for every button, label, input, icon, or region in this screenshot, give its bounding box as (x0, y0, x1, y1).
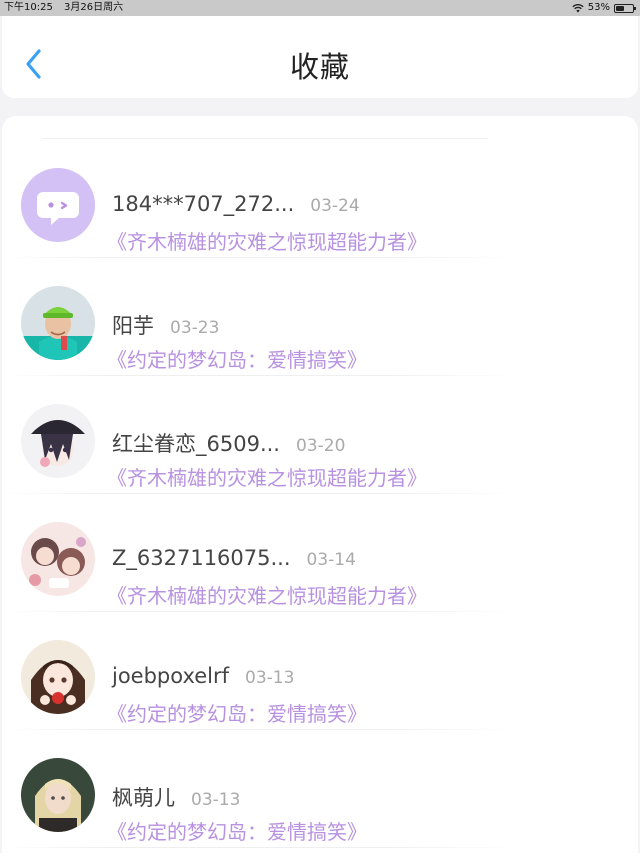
list-item[interactable]: 红尘眷恋_6509... 03-20 《齐木楠雄的灾难之惊现超能力者》 (2, 376, 638, 494)
favorite-date: 03-13 (245, 668, 295, 688)
favorite-date: 03-14 (306, 550, 356, 570)
status-time: 下午10:25 (4, 2, 53, 13)
battery-icon (614, 3, 636, 13)
favorites-list: 184***707_272... 03-24 《齐木楠雄的灾难之惊现超能力者》 阳芋… (2, 116, 638, 853)
list-item[interactable]: Z_6327116075... 03-14 《齐木楠雄的灾难之惊现超能力者》 (2, 494, 638, 612)
status-date: 3月26日周六 (64, 2, 124, 13)
avatar[interactable] (21, 522, 95, 596)
work-title-link[interactable]: 《齐木楠雄的灾难之惊现超能力者》 (107, 226, 427, 255)
anime-boy-hat-avatar (21, 404, 95, 478)
chat-bubble-avatar (21, 168, 95, 242)
battery-level (616, 5, 624, 11)
status-left: 下午10:25 3月26日周六 (4, 0, 123, 16)
favorite-date: 03-24 (310, 196, 360, 216)
anime-pair-avatar (21, 522, 95, 596)
avatar[interactable] (21, 168, 95, 242)
status-right: 53% (572, 0, 636, 16)
work-title-link[interactable]: 《约定的梦幻岛：爱情搞笑》 (107, 698, 367, 727)
work-title-link[interactable]: 《约定的梦幻岛：爱情搞笑》 (107, 816, 367, 845)
battery-tip (634, 6, 636, 10)
user-name[interactable]: 枫萌儿 (112, 786, 175, 810)
list-item[interactable]: 枫萌儿 03-13 《约定的梦幻岛：爱情搞笑》 (2, 730, 638, 848)
user-name-row: 阳芋 03-23 (112, 310, 219, 340)
work-title-link[interactable]: 《约定的梦幻岛：爱情搞笑》 (107, 344, 367, 373)
page-title: 收藏 (289, 50, 350, 84)
avatar[interactable] (21, 286, 95, 360)
wifi-icon (572, 3, 584, 13)
divider (42, 138, 488, 139)
avatar[interactable] (21, 640, 95, 714)
list-item[interactable]: joebpoxelrf 03-13 《约定的梦幻岛：爱情搞笑》 (2, 612, 638, 730)
work-title-link[interactable]: 《齐木楠雄的灾难之惊现超能力者》 (107, 462, 427, 491)
avatar[interactable] (21, 758, 95, 832)
nav-header: 收藏 (2, 16, 638, 98)
green-cap-boy-avatar (21, 286, 95, 360)
battery-percent: 53% (587, 2, 610, 13)
favorite-date: 03-13 (191, 790, 241, 810)
user-name-row: 184***707_272... 03-24 (112, 192, 360, 216)
favorite-date: 03-23 (170, 318, 220, 338)
user-name-row: joebpoxelrf 03-13 (112, 664, 294, 688)
user-name-row: 枫萌儿 03-13 (112, 782, 240, 812)
list-item[interactable]: 184***707_272... 03-24 《齐木楠雄的灾难之惊现超能力者》 (2, 140, 638, 258)
user-name[interactable]: joebpoxelrf (112, 664, 229, 688)
user-name[interactable]: 阳芋 (112, 314, 154, 338)
avatar[interactable] (21, 404, 95, 478)
user-name[interactable]: Z_6327116075... (112, 546, 291, 570)
status-bar: 下午10:25 3月26日周六 53% (0, 0, 640, 16)
divider (2, 847, 518, 848)
user-name[interactable]: 红尘眷恋_6509... (112, 432, 280, 456)
user-name-row: Z_6327116075... 03-14 (112, 546, 356, 570)
user-name-row: 红尘眷恋_6509... 03-20 (112, 428, 345, 458)
list-item[interactable]: 阳芋 03-23 《约定的梦幻岛：爱情搞笑》 (2, 258, 638, 376)
blonde-girl-avatar (21, 758, 95, 832)
anime-girl-apple-avatar (21, 640, 95, 714)
favorite-date: 03-20 (295, 436, 346, 456)
work-title-link[interactable]: 《齐木楠雄的灾难之惊现超能力者》 (107, 580, 427, 609)
user-name[interactable]: 184***707_272... (112, 192, 294, 216)
